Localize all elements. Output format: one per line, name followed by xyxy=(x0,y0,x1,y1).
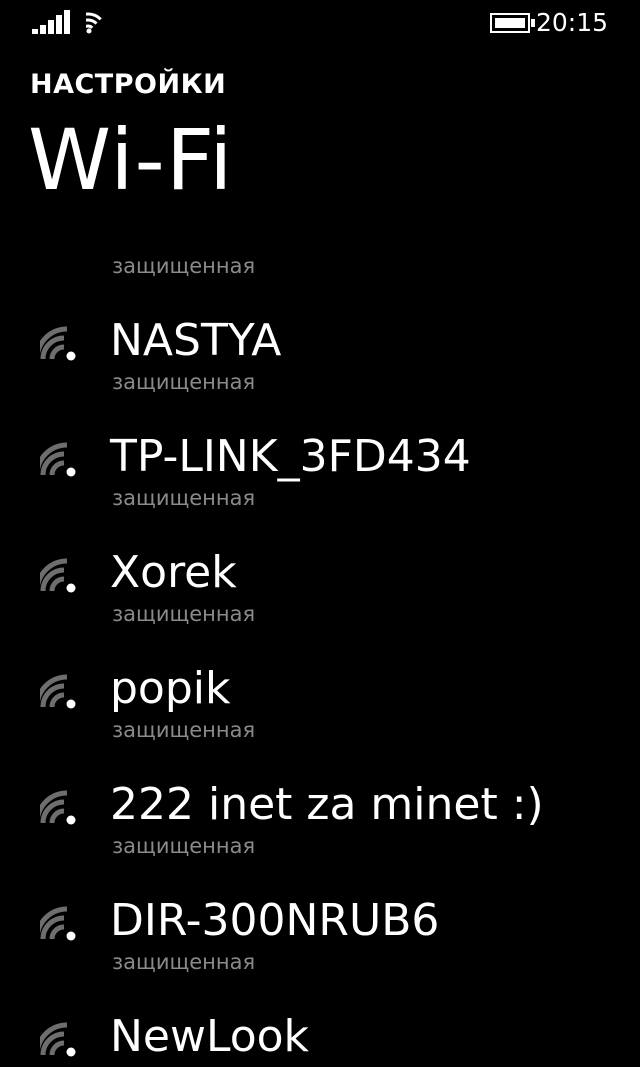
network-item-0[interactable]: ADMIN-PC_Network защищенная xyxy=(0,256,640,295)
network-item-1[interactable]: NASTYA защищенная xyxy=(0,295,640,411)
network-name: 222 inet za minet :) xyxy=(110,779,544,830)
network-item-4[interactable]: popik защищенная xyxy=(0,643,640,759)
network-security-status: защищенная xyxy=(112,602,256,626)
battery-icon xyxy=(490,13,535,33)
wifi-signal-icon xyxy=(40,1022,76,1057)
cellular-signal-icon xyxy=(32,10,70,34)
status-bar: 20:15 xyxy=(0,0,640,48)
network-security-status: защищенная xyxy=(112,834,256,858)
wifi-signal-icon xyxy=(40,790,76,825)
wifi-icon xyxy=(86,12,102,34)
wifi-signal-icon xyxy=(40,674,76,709)
wifi-signal-icon xyxy=(40,326,76,361)
network-name: Xorek xyxy=(110,547,237,598)
network-item-7[interactable]: NewLook xyxy=(0,991,640,1067)
network-item-6[interactable]: DIR-300NRUB6 защищенная xyxy=(0,875,640,991)
network-name: NASTYA xyxy=(110,315,282,366)
network-item-3[interactable]: Xorek защищенная xyxy=(0,527,640,643)
section-label: НАСТРОЙКИ xyxy=(30,69,227,100)
network-security-status: защищенная xyxy=(112,256,256,278)
network-security-status: защищенная xyxy=(112,370,256,394)
wifi-signal-icon xyxy=(40,558,76,593)
clock: 20:15 xyxy=(535,8,608,37)
network-item-5[interactable]: 222 inet za minet :) защищенная xyxy=(0,759,640,875)
network-list[interactable]: ADMIN-PC_Network защищенная NASTYA защищ… xyxy=(0,256,640,1067)
network-name: DIR-300NRUB6 xyxy=(110,895,440,946)
network-name: popik xyxy=(110,663,231,714)
network-name: NewLook xyxy=(110,1011,310,1062)
network-security-status: защищенная xyxy=(112,950,256,974)
network-security-status: защищенная xyxy=(112,718,256,742)
wifi-signal-icon xyxy=(40,442,76,477)
page-title: Wi-Fi xyxy=(28,111,234,209)
network-name: TP-LINK_3FD434 xyxy=(110,431,471,482)
wifi-signal-icon xyxy=(40,906,76,941)
network-item-2[interactable]: TP-LINK_3FD434 защищенная xyxy=(0,411,640,527)
network-security-status: защищенная xyxy=(112,486,256,510)
